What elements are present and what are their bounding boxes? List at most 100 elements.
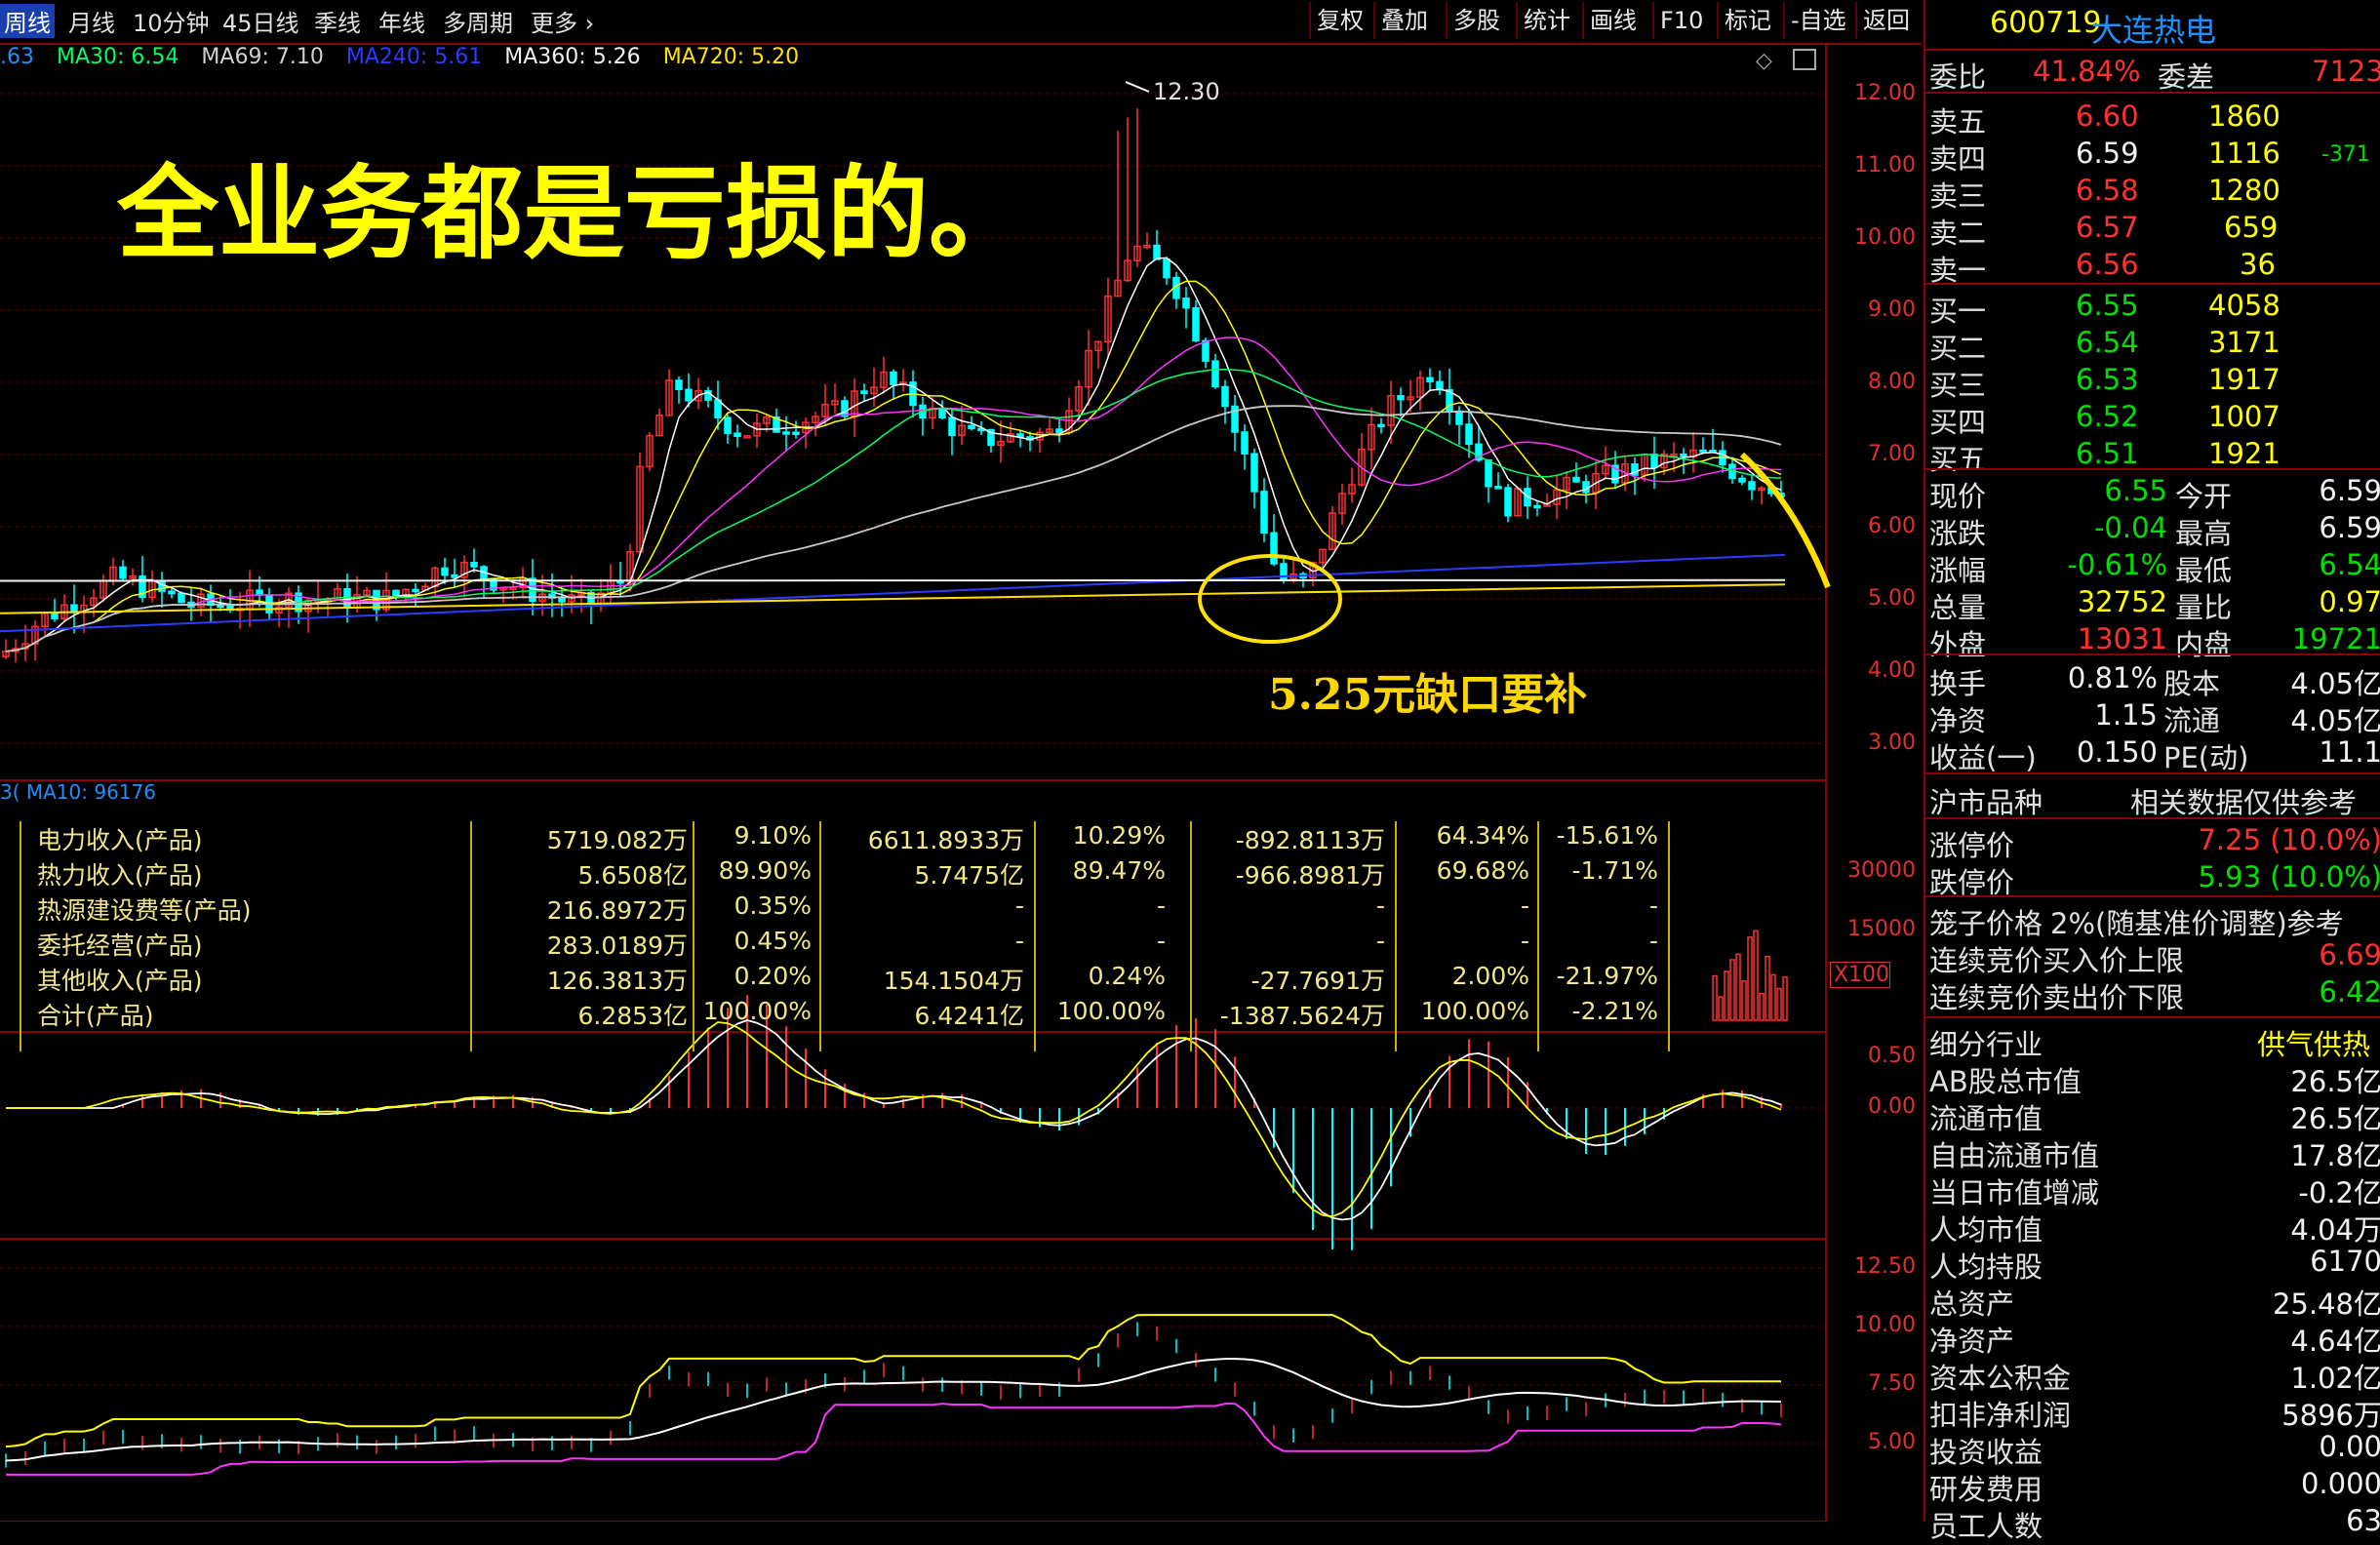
market-label: 沪市品种 [1929,786,2043,819]
bid-price: 6.53 [2076,363,2139,396]
ask-row: 卖一 6.56 36 [1925,246,2380,287]
draw-line-button[interactable]: 画线 [1582,2,1643,39]
price-axis-tick: 8.00 [1868,370,1916,394]
table-row: 合计(产品) 6.2853亿 100.00% 6.4241亿 100.00% -1387.… [20,997,1668,1032]
stat-row: 净资产 4.64亿 [1925,1317,2380,1358]
stat-row: 员工人数 63 [1925,1502,2380,1543]
quote-value: 6.59 [2319,474,2380,507]
table-cell: 126.3813万 [546,967,688,995]
candle-body [412,588,419,593]
fund-value: 1.15 [2094,698,2158,732]
candle-body [1055,428,1063,434]
order-ratio-value: 41.84% [2033,55,2141,88]
tab-45day[interactable]: 45日线 [222,4,299,38]
candle-body [1426,376,1434,383]
back-button[interactable]: 返回 [1855,2,1916,39]
quote-value: -0.04 [2093,511,2167,544]
table-cell: 283.0189万 [546,931,688,960]
candle-body [1153,244,1161,260]
bid-price: 6.52 [2076,400,2139,433]
candle-body [51,613,59,619]
bottom-indicator [5,1314,1782,1476]
candle-body [441,567,449,576]
fund-value: 0.81% [2067,661,2158,694]
candle-body [1455,410,1463,425]
bid-price: 6.54 [2076,326,2139,359]
multi-stock-button[interactable]: 多股 [1446,2,1506,39]
trend-arrow-curve [1739,452,1831,589]
restore-rights-button[interactable]: 复权 [1309,2,1369,39]
bid-row: 买三 6.53 1917 [1925,361,2380,402]
candle-body [1270,532,1278,565]
table-cell: - [1014,927,1024,955]
candle-body [1182,297,1190,309]
mark-button[interactable]: 标记 [1717,2,1777,39]
price-axis-tick: 3.00 [1868,731,1916,755]
table-column-separator [1668,821,1670,1051]
stat-value: 63 [2346,1504,2380,1537]
quote-value: 6.55 [2104,474,2167,507]
macd-dea-line [6,1021,1782,1218]
bid-row: 买一 6.55 4058 [1925,287,2380,328]
candle-body [948,416,956,437]
candle-body [714,399,722,418]
stock-code: 600719 [1990,6,2102,40]
fund-label: 收益(一) [1929,741,2037,774]
ask-change: -371 [2321,142,2370,167]
market-row: 沪市品种 相关数据仅供参考 [1925,778,2380,819]
table-cell: 9.10% [734,821,812,850]
tab-quarterly[interactable]: 季线 [314,4,361,38]
price-axis-tick: 9.00 [1868,297,1916,322]
statistics-button[interactable]: 统计 [1516,2,1576,39]
volume-bar [1729,959,1735,1021]
candle-body [1572,476,1580,483]
auction-value: 6.42 [2319,975,2380,1009]
stat-value: 0.000 [2300,1467,2380,1500]
candle-body [1465,423,1473,446]
quote-label: 外盘 [1929,628,1987,661]
limit-value: 5.93 (10.0%) [2198,860,2380,893]
volume-bar [1765,955,1770,1021]
stat-row: AB股总市值 26.5亿 [1925,1057,2380,1098]
candle-body [343,587,351,609]
table-cell: 64.34% [1436,821,1529,850]
quote-value: 0.97 [2319,585,2380,618]
volume-bars [1712,930,1788,1021]
tab-yearly[interactable]: 年线 [378,4,425,38]
bid-row: 买四 6.52 1007 [1925,398,2380,439]
quote-row: 现价 6.55 今开 6.59 [1925,472,2380,513]
table-cell: 电力收入(产品) [37,826,203,854]
candle-body [1738,477,1746,483]
band-mid-line [5,1358,1782,1462]
tab-weekly[interactable]: 周线 [0,4,55,38]
candle-body [675,379,683,391]
indicator-axis-tick: 10.00 [1854,1313,1916,1337]
table-cell: -15.61% [1556,821,1658,850]
ask-row: 卖五 6.60 1860 [1925,98,2380,139]
stock-header: 600719 大连热电 [1925,4,2380,49]
price-axis-tick: 5.00 [1868,586,1916,611]
indicator-axis-tick: 5.00 [1868,1430,1916,1454]
tab-monthly[interactable]: 月线 [68,4,115,38]
overlay-button[interactable]: 叠加 [1373,2,1434,39]
table-cell: - [1375,891,1385,920]
volume-bar [1747,936,1753,1021]
table-cell: - [1520,927,1529,955]
remove-watchlist-button[interactable]: -自选 [1783,2,1852,39]
macd-dif-line [6,1019,1782,1221]
table-cell: 6611.8933万 [867,826,1024,854]
ask-price: 6.58 [2076,174,2139,207]
stat-row: 资本公积金 1.02亿 [1925,1354,2380,1395]
tab-10min[interactable]: 10分钟 [133,4,210,38]
table-cell: 5.6508亿 [577,861,688,890]
high-pointer-line [1125,81,1150,93]
fund-value: 11.1 [2319,735,2380,769]
table-cell: 100.00% [1056,997,1166,1025]
tab-more[interactable]: 更多 › [531,4,594,38]
candle-body [119,566,127,579]
candle-body [1250,453,1258,493]
limit-value: 7.25 (10.0%) [2198,823,2380,856]
f10-button[interactable]: F10 [1652,2,1709,39]
tab-multi-period[interactable]: 多周期 [443,4,513,38]
ask-volume: 1280 [2208,174,2281,207]
